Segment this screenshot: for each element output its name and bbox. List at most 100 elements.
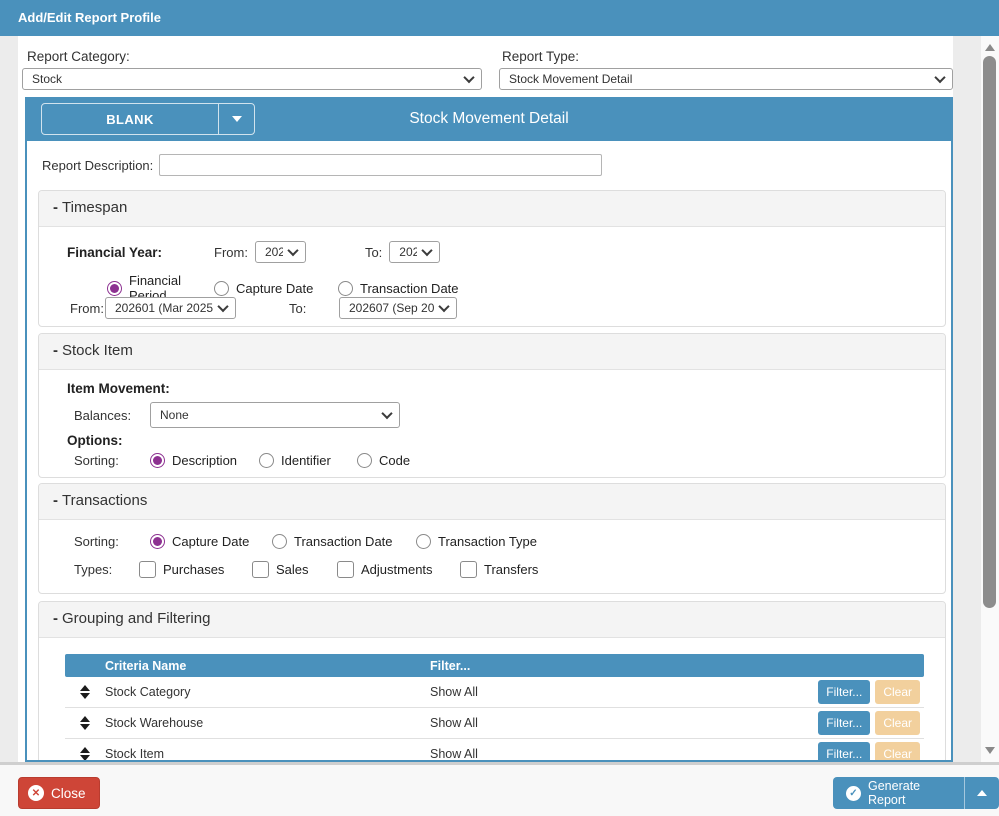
stock-sorting-label: Sorting: <box>74 453 150 468</box>
item-movement-label: Item Movement: <box>67 381 170 396</box>
generate-report-label: Generate Report <box>868 779 951 807</box>
profile-dropdown-toggle[interactable] <box>218 104 254 134</box>
scrollbar-thumb[interactable] <box>983 56 996 608</box>
generate-report-button[interactable]: ✓ Generate Report <box>833 777 999 809</box>
section-stock-item-header[interactable]: -Stock Item <box>39 334 945 370</box>
section-transactions-header[interactable]: -Transactions <box>39 484 945 520</box>
check-icon: ✓ <box>846 786 861 801</box>
report-type-value: Stock Movement Detail <box>509 72 632 86</box>
section-timespan-header[interactable]: -Timespan <box>39 191 945 227</box>
filter-value: Show All <box>430 747 478 761</box>
section-stock-item: -Stock Item Item Movement: Balances: Non… <box>38 333 946 478</box>
period-from-label: From: <box>70 301 105 316</box>
close-icon: ✕ <box>28 785 44 801</box>
radio-sort-description[interactable]: Description <box>150 453 259 468</box>
radio-label: Identifier <box>281 453 331 468</box>
radio-sort-capture-date[interactable]: Capture Date <box>150 534 272 549</box>
fy-to-select[interactable]: 2026 <box>389 241 440 263</box>
section-grouping-body: Criteria Name Filter... Stock Category S… <box>39 638 945 762</box>
section-stock-item-title: Stock Item <box>62 342 133 359</box>
collapse-icon: - <box>53 199 58 216</box>
trans-sorting-label: Sorting: <box>74 534 150 549</box>
radio-icon <box>150 453 165 468</box>
collapse-icon: - <box>53 610 58 627</box>
radio-label: Code <box>379 453 410 468</box>
filter-button[interactable]: Filter... <box>818 742 870 762</box>
balances-label: Balances: <box>74 408 150 423</box>
section-grouping-title: Grouping and Filtering <box>62 610 210 627</box>
profile-select-button[interactable]: BLANK <box>41 103 255 135</box>
filter-button[interactable]: Filter... <box>818 711 870 735</box>
checkbox-transfers[interactable]: Transfers <box>460 561 538 578</box>
filter-button[interactable]: Filter... <box>818 680 870 704</box>
criteria-name: Stock Category <box>105 685 430 699</box>
fy-to-label: To: <box>365 245 382 260</box>
fy-to-value: 2026 <box>399 245 417 259</box>
checkbox-sales[interactable]: Sales <box>252 561 337 578</box>
table-row: Stock Item Show All Filter... Clear <box>65 739 924 762</box>
radio-icon <box>150 534 165 549</box>
clear-button[interactable]: Clear <box>875 711 920 735</box>
radio-label: Capture Date <box>236 281 313 296</box>
section-stock-item-body: Item Movement: Balances: None Options: S… <box>39 370 945 478</box>
checkbox-label: Transfers <box>484 562 538 577</box>
period-to-select[interactable]: 202607 (Sep 2025) <box>339 297 457 319</box>
radio-sort-transaction-type[interactable]: Transaction Type <box>416 534 537 549</box>
profile-name[interactable]: BLANK <box>42 104 218 134</box>
report-type-select[interactable]: Stock Movement Detail <box>499 68 953 90</box>
report-type-label: Report Type: <box>502 49 579 64</box>
generate-report-dropdown-toggle[interactable] <box>964 777 999 809</box>
chevron-down-icon <box>232 116 242 122</box>
radio-label: Transaction Date <box>294 534 393 549</box>
criteria-table: Criteria Name Filter... Stock Category S… <box>65 654 924 762</box>
chevron-up-icon <box>977 790 987 796</box>
radio-sort-code[interactable]: Code <box>357 453 410 468</box>
section-transactions: -Transactions Sorting: Capture Date Tran… <box>38 483 946 594</box>
radio-icon <box>107 281 122 296</box>
section-timespan: -Timespan Financial Year: From: 2026 To:… <box>38 190 946 327</box>
section-grouping: -Grouping and Filtering Criteria Name Fi… <box>38 601 946 762</box>
generate-report-main[interactable]: ✓ Generate Report <box>833 777 964 809</box>
clear-button[interactable]: Clear <box>875 742 920 762</box>
reorder-handle-icon[interactable] <box>80 685 90 699</box>
checkbox-icon <box>139 561 156 578</box>
close-button[interactable]: ✕ Close <box>18 777 100 809</box>
vertical-scrollbar[interactable] <box>981 36 999 762</box>
report-category-select[interactable]: Stock <box>22 68 482 90</box>
checkbox-icon <box>337 561 354 578</box>
scroll-up-arrow-icon[interactable] <box>985 44 995 51</box>
balances-value: None <box>160 408 189 422</box>
radio-capture-date[interactable]: Capture Date <box>214 281 338 296</box>
report-description-input[interactable] <box>159 154 602 176</box>
scroll-down-arrow-icon[interactable] <box>985 747 995 754</box>
section-grouping-header[interactable]: -Grouping and Filtering <box>39 602 945 638</box>
radio-sort-identifier[interactable]: Identifier <box>259 453 357 468</box>
checkbox-purchases[interactable]: Purchases <box>139 561 252 578</box>
table-row: Stock Warehouse Show All Filter... Clear <box>65 708 924 739</box>
criteria-table-header: Criteria Name Filter... <box>65 654 924 677</box>
radio-label: Transaction Date <box>360 281 459 296</box>
radio-icon <box>338 281 353 296</box>
clear-button[interactable]: Clear <box>875 680 920 704</box>
period-to-value: 202607 (Sep 2025) <box>349 301 434 315</box>
reorder-handle-icon[interactable] <box>80 747 90 761</box>
column-criteria-name: Criteria Name <box>105 659 430 673</box>
filter-value: Show All <box>430 716 478 730</box>
radio-sort-transaction-date[interactable]: Transaction Date <box>272 534 416 549</box>
checkbox-adjustments[interactable]: Adjustments <box>337 561 460 578</box>
radio-transaction-date[interactable]: Transaction Date <box>338 281 459 296</box>
footer-bar: ✕ Close ✓ Generate Report <box>0 762 999 816</box>
fy-from-select[interactable]: 2026 <box>255 241 306 263</box>
radio-icon <box>272 534 287 549</box>
criteria-name: Stock Warehouse <box>105 716 430 730</box>
fy-from-label: From: <box>214 245 248 260</box>
close-button-label: Close <box>51 786 86 801</box>
table-row: Stock Category Show All Filter... Clear <box>65 677 924 708</box>
collapse-icon: - <box>53 342 58 359</box>
report-category-value: Stock <box>32 72 62 86</box>
period-from-select[interactable]: 202601 (Mar 2025) <box>105 297 236 319</box>
checkbox-icon <box>252 561 269 578</box>
balances-select[interactable]: None <box>150 402 400 428</box>
reorder-handle-icon[interactable] <box>80 716 90 730</box>
panel-header: Stock Movement Detail BLANK <box>27 97 951 141</box>
